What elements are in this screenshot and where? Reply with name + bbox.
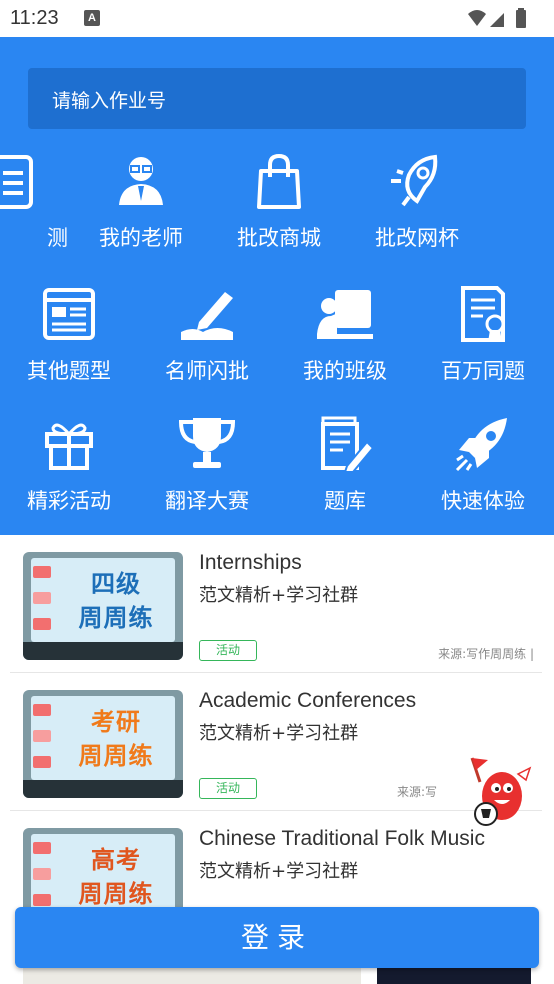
grid-label: 其他题型: [27, 359, 111, 383]
rocket-icon: [455, 418, 507, 472]
thumbnail-title-line1: 四级: [91, 570, 141, 598]
battery-icon: [516, 10, 526, 28]
list-item[interactable]: 考研 周周练 Academic Conferences 范文精析+学习社群 活动…: [10, 673, 542, 811]
checklist-icon: [0, 155, 33, 209]
grid-item-quick-experience[interactable]: 快速体验: [414, 414, 552, 534]
status-badge: 活动: [199, 640, 257, 661]
grid-label: 百万同题: [441, 359, 525, 383]
card-title: Academic Conferences: [199, 689, 417, 712]
thumbnail-title-line2: 周周练: [78, 604, 154, 632]
thumbnail: 考研 周周练: [23, 690, 183, 798]
rocket-cup-icon: [391, 154, 438, 207]
list-item[interactable]: 四级 周周练 Internships 范文精析+学习社群 活动 来源:写作周周练…: [10, 535, 542, 673]
grid-label: 翻译大赛: [165, 489, 249, 513]
thumbnail: 四级 周周练: [23, 552, 183, 660]
search-input[interactable]: 请输入作业号: [28, 68, 526, 129]
status-badge: 活动: [199, 778, 257, 799]
classroom-icon: [317, 290, 373, 339]
window-icon: [43, 288, 95, 340]
status-time: 11:23: [10, 7, 59, 29]
grid-item-test[interactable]: 测: [0, 151, 82, 271]
grid-item-same-question[interactable]: 百万同题: [414, 284, 552, 404]
grid-label: 我的班级: [303, 359, 387, 383]
status-icons: [468, 8, 526, 28]
grid-label: 批改商城: [237, 226, 321, 250]
thumbnail-title-line1: 考研: [91, 708, 141, 736]
thumbnail-title-line2: 周周练: [78, 880, 154, 908]
notification-icon: A: [84, 10, 100, 26]
card-subtitle: 范文精析+学习社群: [199, 585, 359, 606]
grid-item-cup[interactable]: 批改网杯: [348, 151, 486, 271]
grid-label: 题库: [324, 489, 366, 513]
thumbnail-title-line1: 高考: [91, 846, 141, 874]
mascot-float-icon[interactable]: [464, 752, 536, 830]
card-source: 来源:写作周周练 |: [438, 647, 534, 661]
grid-item-other-types[interactable]: 其他题型: [0, 284, 138, 404]
signal-icon: [490, 13, 504, 27]
status-bar: 11:23 A: [0, 0, 554, 37]
thumbnail-title-line2: 周周练: [78, 742, 154, 770]
grid-label: 我的老师: [99, 226, 183, 250]
card-title: Chinese Traditional Folk Music: [199, 827, 485, 850]
grid-label: 名师闪批: [165, 359, 249, 383]
grid-item-shop[interactable]: 批改商城: [210, 151, 348, 271]
grid-label: 精彩活动: [27, 489, 111, 513]
trophy-icon: [178, 418, 236, 468]
card-title: Internships: [199, 551, 302, 574]
certificate-icon: [461, 286, 505, 342]
next-item-peek-dark: [377, 968, 531, 984]
login-button[interactable]: 登录: [15, 907, 539, 968]
grid-item-my-teacher[interactable]: 我的老师: [72, 151, 210, 271]
gift-icon: [45, 423, 93, 470]
hero-panel: 请输入作业号 测 我的老师 批改商城 批改网杯 其他题型 名师闪批 我的班级 百…: [0, 37, 554, 535]
grid-item-my-class[interactable]: 我的班级: [276, 284, 414, 404]
teacher-icon: [119, 157, 163, 205]
search-placeholder: 请输入作业号: [52, 90, 167, 112]
card-subtitle: 范文精析+学习社群: [199, 723, 359, 744]
grid-label: 测: [47, 226, 68, 250]
grid-item-famous-teacher[interactable]: 名师闪批: [138, 284, 276, 404]
grid-label: 批改网杯: [375, 226, 459, 250]
card-source: 来源:写: [396, 785, 437, 799]
grid-item-question-bank[interactable]: 题库: [276, 414, 414, 534]
card-subtitle: 范文精析+学习社群: [199, 861, 359, 882]
document-edit-icon: [321, 416, 375, 473]
shopping-bag-icon: [257, 153, 301, 209]
wifi-icon: [468, 10, 486, 26]
grid-label: 快速体验: [441, 489, 525, 513]
next-item-peek: [23, 968, 361, 984]
pencil-icon: [181, 292, 233, 340]
grid-item-translation-contest[interactable]: 翻译大赛: [138, 414, 276, 534]
grid-item-activities[interactable]: 精彩活动: [0, 414, 138, 534]
